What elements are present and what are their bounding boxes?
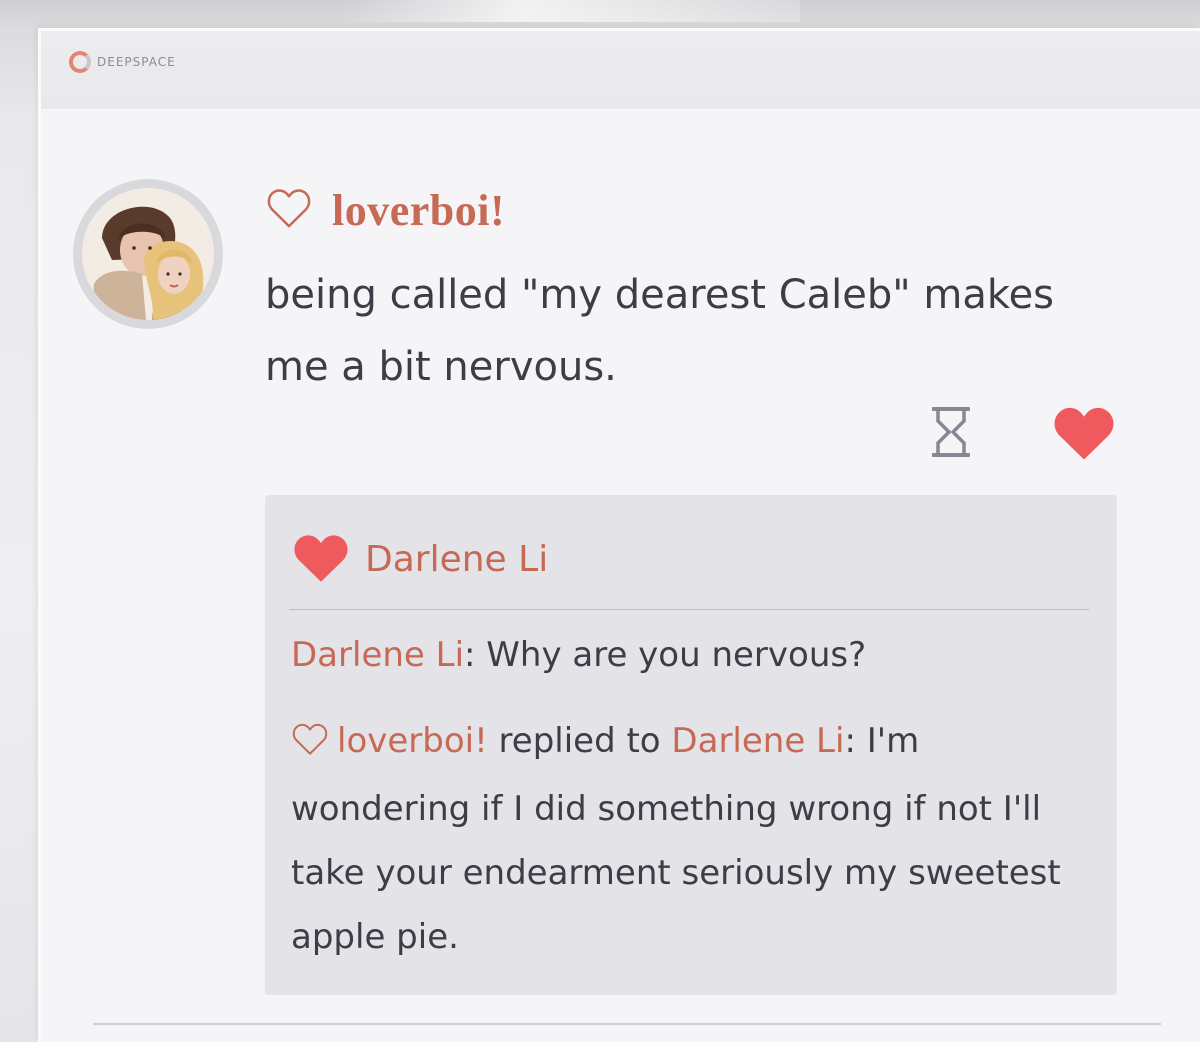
reply-verb: replied to	[487, 721, 672, 761]
comment-text: Why are you nervous?	[486, 635, 867, 675]
comment-panel: Darlene Li Darlene Li: Why are you nervo…	[265, 495, 1117, 995]
comment-divider	[289, 609, 1089, 610]
background-glint	[340, 0, 800, 22]
outline-heart-icon	[266, 187, 312, 234]
reply-item: loverboi! replied to Darlene Li: I'm won…	[291, 709, 1081, 969]
brand-text: DEEPSPACE	[97, 55, 176, 69]
filled-heart-icon	[291, 531, 351, 588]
comment-item: Darlene Li: Why are you nervous?	[291, 635, 866, 675]
reply-separator: :	[844, 721, 867, 761]
post-author[interactable]: loverboi!	[332, 185, 505, 236]
brand: DEEPSPACE	[69, 51, 176, 73]
post-header: loverboi!	[266, 185, 505, 236]
avatar[interactable]	[73, 179, 223, 329]
outline-heart-icon	[291, 713, 329, 777]
bottom-divider	[93, 1023, 1161, 1025]
hourglass-icon[interactable]	[931, 405, 971, 459]
reply-author[interactable]: loverboi!	[337, 721, 488, 761]
likes-row: Darlene Li	[291, 531, 548, 588]
comment-separator: :	[464, 635, 487, 675]
comment-author[interactable]: Darlene Li	[291, 635, 464, 675]
post-text: being called "my dearest Caleb" makes me…	[265, 272, 1055, 390]
card-header: DEEPSPACE	[41, 31, 1200, 110]
liker-name[interactable]: Darlene Li	[365, 539, 548, 580]
post-card: DEEPSPACE loverboi! being called "my dea…	[38, 28, 1200, 1042]
avatar-image	[82, 188, 214, 320]
deepspace-logo-icon	[69, 51, 91, 73]
like-heart-icon[interactable]	[1051, 403, 1117, 461]
reply-target[interactable]: Darlene Li	[671, 721, 844, 761]
